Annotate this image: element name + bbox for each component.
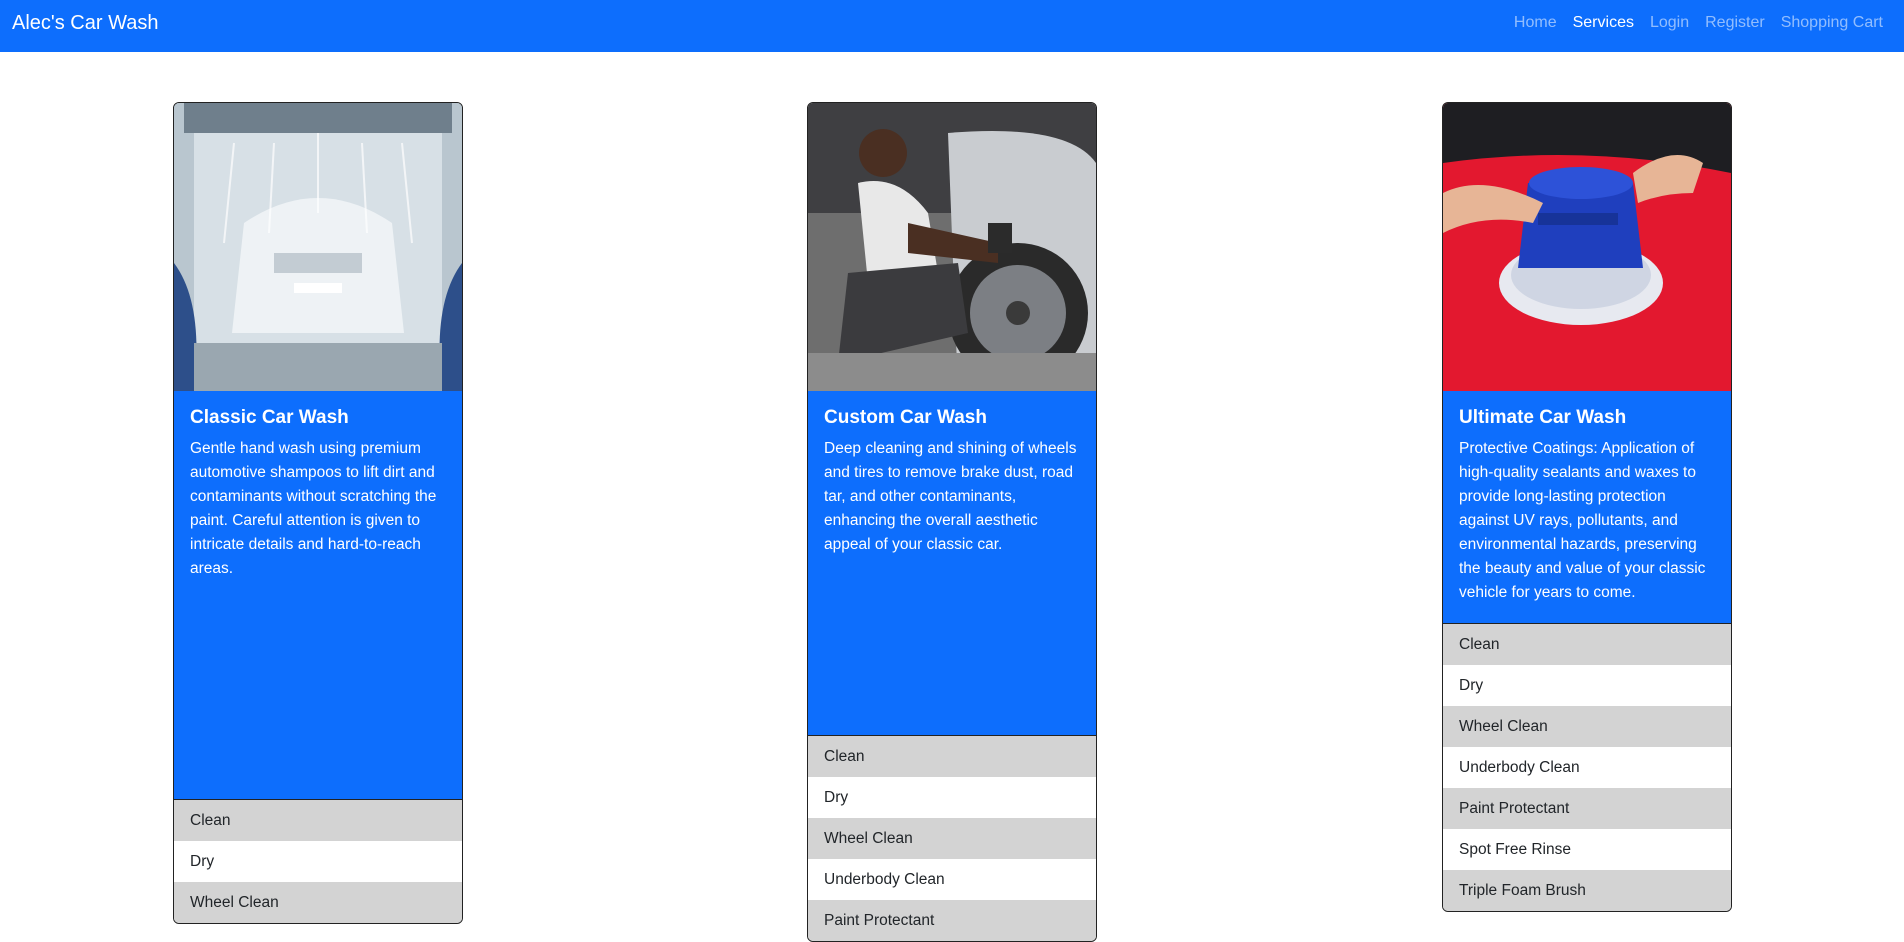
card-body: Classic Car Wash Gentle hand wash using … xyxy=(174,391,462,799)
nav-link-login[interactable]: Login xyxy=(1650,14,1689,32)
card-title: Ultimate Car Wash xyxy=(1459,407,1627,428)
service-card-ultimate: Ultimate Car Wash Protective Coatings: A… xyxy=(1442,102,1732,912)
top-navbar: Alec's Car Wash Home Services Login Regi… xyxy=(0,0,1904,52)
feature-item: Triple Foam Brush xyxy=(1443,870,1731,911)
feature-item: Paint Protectant xyxy=(1443,788,1731,829)
nav-link-home[interactable]: Home xyxy=(1514,14,1557,32)
feature-item: Dry xyxy=(174,841,462,882)
feature-item: Dry xyxy=(808,777,1096,818)
feature-item: Clean xyxy=(808,736,1096,777)
card-text: Protective Coatings: Application of high… xyxy=(1459,440,1706,601)
nav-link-services[interactable]: Services xyxy=(1573,14,1634,32)
feature-item: Underbody Clean xyxy=(808,859,1096,900)
service-card-classic: Classic Car Wash Gentle hand wash using … xyxy=(173,102,463,924)
feature-item: Wheel Clean xyxy=(174,882,462,923)
feature-list: Clean Dry Wheel Clean Underbody Clean Pa… xyxy=(808,735,1096,941)
feature-item: Clean xyxy=(174,800,462,841)
feature-list: Clean Dry Wheel Clean Underbody Clean Pa… xyxy=(1443,623,1731,911)
feature-item: Wheel Clean xyxy=(1443,706,1731,747)
card-title: Classic Car Wash xyxy=(190,407,349,428)
custom-car-wash-image xyxy=(808,103,1096,391)
feature-item: Paint Protectant xyxy=(808,900,1096,941)
ultimate-car-wash-image xyxy=(1443,103,1731,391)
feature-list: Clean Dry Wheel Clean xyxy=(174,799,462,923)
feature-item: Wheel Clean xyxy=(808,818,1096,859)
nav-link-shopping-cart[interactable]: Shopping Cart xyxy=(1781,14,1883,32)
feature-item: Dry xyxy=(1443,665,1731,706)
classic-car-wash-image xyxy=(174,103,462,391)
card-body: Custom Car Wash Deep cleaning and shinin… xyxy=(808,391,1096,735)
feature-item: Underbody Clean xyxy=(1443,747,1731,788)
nav-link-register[interactable]: Register xyxy=(1705,14,1765,32)
brand-link[interactable]: Alec's Car Wash xyxy=(12,12,158,35)
card-body: Ultimate Car Wash Protective Coatings: A… xyxy=(1443,391,1731,623)
card-title: Custom Car Wash xyxy=(824,407,987,428)
feature-item: Spot Free Rinse xyxy=(1443,829,1731,870)
feature-item: Clean xyxy=(1443,624,1731,665)
card-text: Gentle hand wash using premium automotiv… xyxy=(190,440,437,577)
card-text: Deep cleaning and shining of wheels and … xyxy=(824,440,1077,553)
nav-links: Home Services Login Register Shopping Ca… xyxy=(1514,14,1883,32)
service-card-custom: Custom Car Wash Deep cleaning and shinin… xyxy=(807,102,1097,942)
